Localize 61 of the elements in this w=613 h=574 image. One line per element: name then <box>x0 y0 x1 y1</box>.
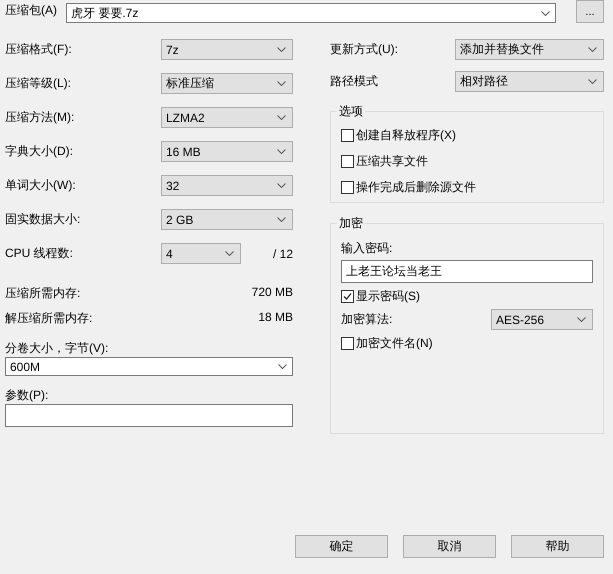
checkbox-label: 显示密码(S) <box>356 288 420 304</box>
dropdown[interactable]: 7z <box>161 39 293 60</box>
chevron-icon <box>225 251 234 256</box>
dropdown[interactable]: 16 MB <box>161 141 293 162</box>
thread-total: / 12 <box>272 246 293 260</box>
archive-label: 压缩包(A) <box>5 2 58 19</box>
checkbox[interactable] <box>341 336 354 350</box>
chevron-icon <box>577 317 586 322</box>
password-label: 输入密码: <box>341 240 394 257</box>
chevron-icon <box>278 364 287 369</box>
volume-label: 分卷大小，字节(V): <box>5 340 110 357</box>
checkbox[interactable] <box>341 290 354 302</box>
checkbox-label: 加密文件名(N) <box>356 334 433 352</box>
setting-label: CPU 线程数: <box>5 245 74 262</box>
checkbox[interactable] <box>341 180 354 194</box>
encryption-method-label: 加密算法: <box>341 311 394 328</box>
checkbox-label: 操作完成后删除源文件 <box>356 178 476 196</box>
checkbox-label: 创建自释放程序(X) <box>356 126 456 144</box>
chevron-icon <box>588 47 597 52</box>
setting-label: 压缩方法(M): <box>5 109 76 126</box>
setting-label: 字典大小(D): <box>5 143 74 160</box>
dropdown[interactable]: 标准压缩 <box>161 73 293 94</box>
checkbox[interactable] <box>341 128 354 142</box>
setting-label: 压缩格式(F): <box>5 41 73 58</box>
chevron-icon <box>277 115 286 120</box>
parameters-label: 参数(P): <box>5 387 50 404</box>
dialog-button[interactable]: 帮助 <box>511 535 604 558</box>
checkbox[interactable] <box>341 154 354 168</box>
group-title: 选项 <box>338 103 364 120</box>
chevron-icon <box>277 47 286 52</box>
setting-label: 固实数据大小: <box>5 211 82 228</box>
dropdown[interactable]: 32 <box>161 175 293 196</box>
dropdown[interactable]: 添加并替换文件 <box>455 39 604 60</box>
dialog-button[interactable]: 确定 <box>295 535 388 558</box>
dropdown[interactable]: 2 GB <box>161 209 293 230</box>
memory-label: 解压缩所需内存: <box>5 310 92 327</box>
dropdown[interactable]: LZMA2 <box>161 107 293 128</box>
dropdown[interactable]: 相对路径 <box>455 71 604 92</box>
password-field[interactable]: 上老王论坛当老王 <box>341 260 593 283</box>
volume-combo[interactable]: 600M <box>5 357 293 376</box>
archive-combo[interactable]: 虎牙 要要.7z <box>66 3 556 23</box>
dropdown[interactable]: 4 <box>161 243 241 264</box>
parameters-field[interactable] <box>5 404 293 427</box>
memory-value: 18 MB <box>258 310 293 326</box>
setting-label: 单词大小(W): <box>5 177 77 194</box>
checkbox-label: 压缩共享文件 <box>356 152 428 170</box>
memory-label: 压缩所需内存: <box>5 285 80 302</box>
chevron-icon <box>277 81 286 86</box>
update-mode-label: 更新方式(U): <box>330 41 399 58</box>
chevron-icon <box>541 10 550 16</box>
chevron-icon <box>277 217 286 222</box>
chevron-icon <box>277 149 286 154</box>
dropdown[interactable]: AES-256 <box>491 309 593 330</box>
chevron-icon <box>588 79 597 84</box>
dialog-button[interactable]: 取消 <box>403 535 496 558</box>
browse-button[interactable]: ... <box>576 0 604 23</box>
group-title: 加密 <box>338 215 364 232</box>
path-mode-label: 路径模式 <box>330 73 379 90</box>
setting-label: 压缩等级(L): <box>5 75 72 92</box>
chevron-icon <box>277 183 286 188</box>
memory-value: 720 MB <box>252 285 293 301</box>
